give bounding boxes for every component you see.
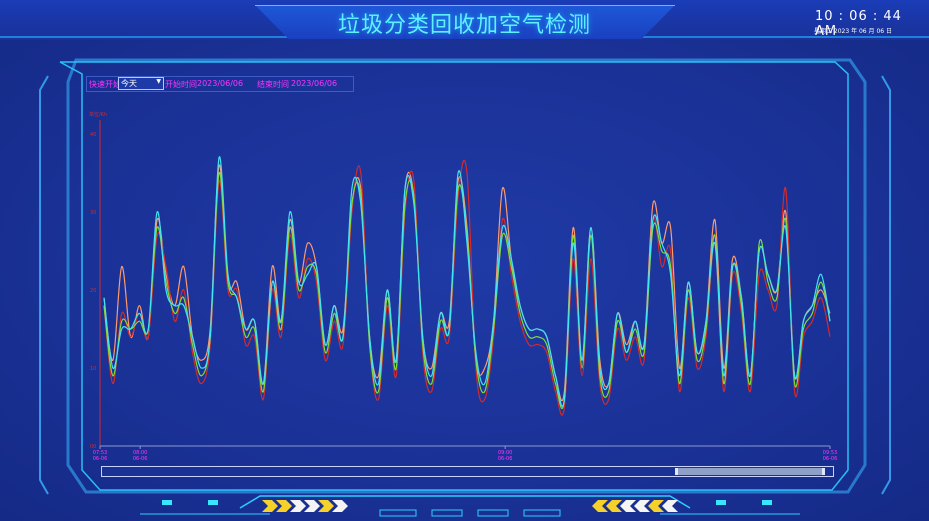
y-tick-label: 40 (90, 132, 96, 138)
y-axis-label: 单位/Kh (89, 111, 107, 118)
x-tick-date: 06-06 (498, 456, 513, 462)
series-line-4 (103, 156, 831, 407)
y-tick-label: 20 (90, 288, 96, 294)
x-tick-date: 06-06 (93, 456, 108, 462)
y-tick-label: 10 (90, 366, 96, 372)
data-zoom-slider[interactable] (101, 466, 834, 477)
x-tick-date: 06-06 (133, 456, 148, 462)
data-zoom-right-handle[interactable] (822, 468, 825, 475)
x-tick-date: 06-06 (823, 456, 838, 462)
line-chart: 单位/Kh403020100007:5306-0608:0006-0609:00… (89, 111, 838, 462)
data-zoom-left-handle[interactable] (675, 468, 678, 475)
y-tick-label: 30 (90, 210, 96, 216)
data-zoom-window[interactable] (675, 468, 825, 475)
